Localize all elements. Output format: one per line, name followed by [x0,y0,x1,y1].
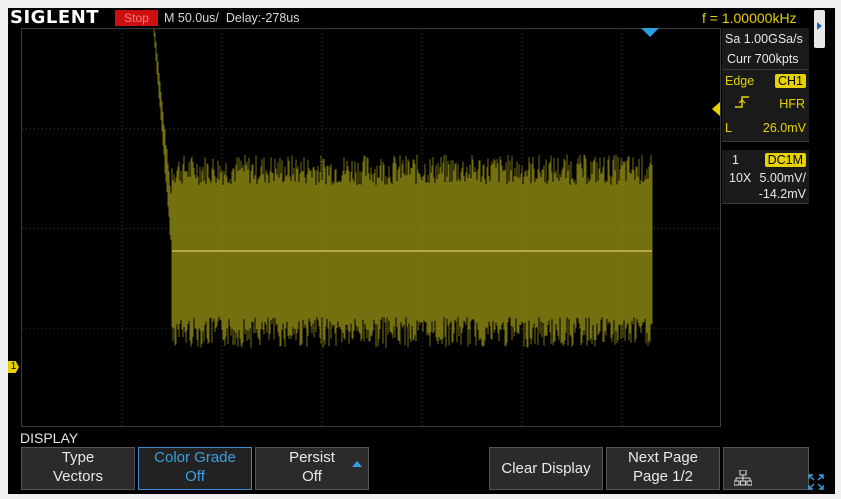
timebase-value: M 50.0us/ [164,11,219,25]
network-icon [734,470,752,486]
expand-arrow-icon[interactable] [817,22,822,30]
color-grade-value: Off [185,468,205,485]
fullscreen-icon[interactable] [808,474,824,490]
clear-display-label: Clear Display [501,460,591,477]
oscilloscope-screen: SIGLENT Stop M 50.0us/ Delay:-278us f = … [8,8,835,494]
color-grade-label: Color Grade [154,449,236,466]
info-panel-scrollbar[interactable] [814,10,825,48]
channel-coupling: DC1M [764,153,806,167]
persist-value: Off [302,468,322,485]
channel-number: 1 [732,153,739,167]
clear-display-softkey[interactable]: Clear Display [489,447,603,490]
status-bar: SIGLENT Stop M 50.0us/ Delay:-278us f = … [8,7,835,48]
memory-depth: Curr 700kpts [727,52,799,66]
trigger-source: CH1 [774,74,806,88]
up-arrow-icon [352,461,362,467]
color-grade-softkey[interactable]: Color Grade Off [138,447,252,490]
trigger-position-marker[interactable] [641,28,659,37]
next-page-softkey[interactable]: Next Page Page 1/2 [606,447,720,490]
probe-ratio: 10X [729,171,752,185]
frequency-counter: f = 1.00000kHz [702,10,797,26]
trigger-level: 26.0mV [762,121,806,135]
rising-edge-icon [734,95,750,115]
type-value: Vectors [52,468,104,485]
waveform-svg [22,29,722,428]
type-softkey[interactable]: Type Vectors [21,447,135,490]
waveform-display[interactable] [21,28,722,428]
persist-softkey[interactable]: Persist Off [255,447,369,490]
type-label: Type [61,449,95,466]
brand-logo: SIGLENT [10,7,100,28]
menu-title: DISPLAY [20,430,79,446]
trigger-panel[interactable]: Edge CH1 HFR L 26.0mV [722,70,809,142]
noise-band [153,29,653,348]
trigger-level-label: L [725,121,732,135]
vertical-offset: -14.2mV [758,187,806,201]
acquisition-panel[interactable]: Sa 1.00GSa/s Curr 700kpts [722,28,809,70]
delay-value: Delay:-278us [225,11,300,25]
run-stop-badge[interactable]: Stop [115,10,158,26]
trigger-type: Edge [725,74,755,88]
next-page-label: Next Page [627,449,699,466]
ch1-trace [153,29,653,348]
trigger-coupling: HFR [779,97,805,111]
trigger-level-marker[interactable] [712,102,720,116]
page-indicator: Page 1/2 [632,468,694,485]
timebase-readout[interactable]: M 50.0us/ Delay:-278us [164,8,300,28]
sample-rate: Sa 1.00GSa/s [725,32,803,46]
channel1-panel[interactable]: 1 DC1M 10X 5.00mV/ -14.2mV [722,150,809,204]
